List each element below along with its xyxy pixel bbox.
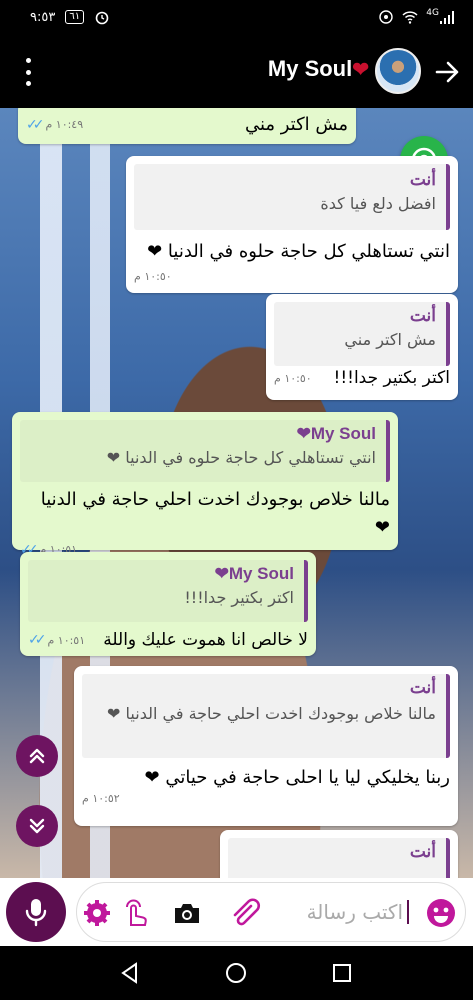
quoted-message[interactable]: أنت افضل دلع فيا كدة [134,164,450,230]
message-time: ١٠:٥٠ م [134,269,172,283]
alarm-icon [95,11,109,25]
message-time: ١٠:٥٠ م [274,371,312,385]
message-text: مالنا خلاص بوجودك اخدت احلي حاجة في الدن… [40,489,390,538]
message-time: ١٠:٤٩ م [45,118,84,131]
message-text: لا خالص انا هموت عليك واللة [103,630,308,650]
quoted-message[interactable]: أنت [228,838,450,878]
scroll-up-button[interactable] [16,735,58,777]
vpn-icon [379,10,393,24]
read-ticks-icon: ✓✓ [26,116,45,133]
camera-icon[interactable] [171,897,203,929]
read-ticks-icon: ✓✓ [28,632,47,648]
double-chevron-down-icon [29,818,45,834]
quote-text: انتي تستاهلي كل حاجة حلوه في الدنيا ❤ [106,448,376,467]
message-bubble[interactable]: ✓✓ ١٠:٤٩ م مش اكتر مني [18,108,356,144]
quoted-message[interactable]: My Soul❤ اكتر بكتير جدا!!! [28,560,308,622]
message-text: انتي تستاهلي كل حاجة حلوه في الدنيا ❤ [147,241,450,262]
message-bubble[interactable]: أنت مالنا خلاص بوجودك اخدت احلي حاجة في … [74,666,458,826]
menu-icon[interactable] [18,58,38,86]
back-arrow-icon[interactable] [433,58,461,86]
quoted-message[interactable]: My Soul❤ انتي تستاهلي كل حاجة حلوه في ال… [20,420,390,482]
contact-name[interactable]: My Soul❤ [268,56,369,82]
composer-bar: اكتب رسالة [0,878,473,946]
settings-icon[interactable] [81,897,113,929]
chat-header: My Soul❤ [0,36,473,108]
nav-recents-icon[interactable] [330,961,354,985]
message-bubble[interactable]: أنت [220,830,458,878]
mic-icon [25,899,47,927]
avatar[interactable] [375,48,421,94]
signal-icon [440,11,454,24]
message-bubble[interactable]: My Soul❤ انتي تستاهلي كل حاجة حلوه في ال… [12,412,398,558]
nav-back-icon[interactable] [118,961,142,985]
scroll-down-button[interactable] [16,805,58,847]
chat-area[interactable]: ✓✓ ١٠:٤٩ م مش اكتر مني أنت افضل دلع فيا … [0,108,473,878]
message-time: ١٠:٥٢ م [82,791,120,805]
quote-text: اكتر بكتير جدا!!! [184,588,294,607]
message-bubble[interactable]: أنت مش اكتر مني ١٠:٥٠ م اكتر بكتير جدا!!… [266,294,458,400]
quote-author: My Soul❤ [214,564,294,583]
nav-home-icon[interactable] [224,961,248,985]
mic-button[interactable] [6,882,66,942]
status-bar: ٩:٥٣ ٦١ 4G [0,0,473,36]
message-text: مش اكتر مني [244,114,348,135]
status-time: ٩:٥٣ [30,9,56,25]
message-input[interactable]: اكتب رسالة [76,882,466,942]
wifi-icon [402,11,418,24]
contact-name-text: My Soul [267,56,353,81]
touch-icon[interactable] [119,897,151,929]
message-text: ربنا يخليكي ليا يا احلى حاجة في حياتي ❤ [144,767,450,788]
quoted-message[interactable]: أنت مش اكتر مني [274,302,450,366]
message-time: ١٠:٥١ م [47,633,86,647]
message-text: اكتر بكتير جدا!!! [333,368,451,388]
heart-emoji: ❤ [352,59,369,81]
quote-author: أنت [409,842,436,861]
message-bubble[interactable]: My Soul❤ اكتر بكتير جدا!!! ✓✓ ١٠:٥١ م لا… [20,552,316,656]
double-chevron-up-icon [29,748,45,764]
attach-icon[interactable] [229,897,261,929]
battery-icon: ٦١ [65,10,85,24]
quote-text: افضل دلع فيا كدة [320,194,436,213]
network-type: 4G [426,8,439,18]
quoted-message[interactable]: أنت مالنا خلاص بوجودك اخدت احلي حاجة في … [82,674,450,758]
message-bubble[interactable]: أنت افضل دلع فيا كدة انتي تستاهلي كل حاج… [126,156,458,293]
message-placeholder: اكتب رسالة [307,900,409,924]
quote-author: My Soul❤ [296,424,376,443]
quote-author: أنت [409,306,436,325]
quote-author: أنت [409,678,436,697]
quote-text: مش اكتر مني [344,330,436,349]
system-nav-bar [0,946,473,1000]
quote-text: مالنا خلاص بوجودك اخدت احلي حاجة في الدن… [107,704,436,723]
quote-author: أنت [409,170,436,189]
emoji-icon[interactable] [425,897,457,929]
